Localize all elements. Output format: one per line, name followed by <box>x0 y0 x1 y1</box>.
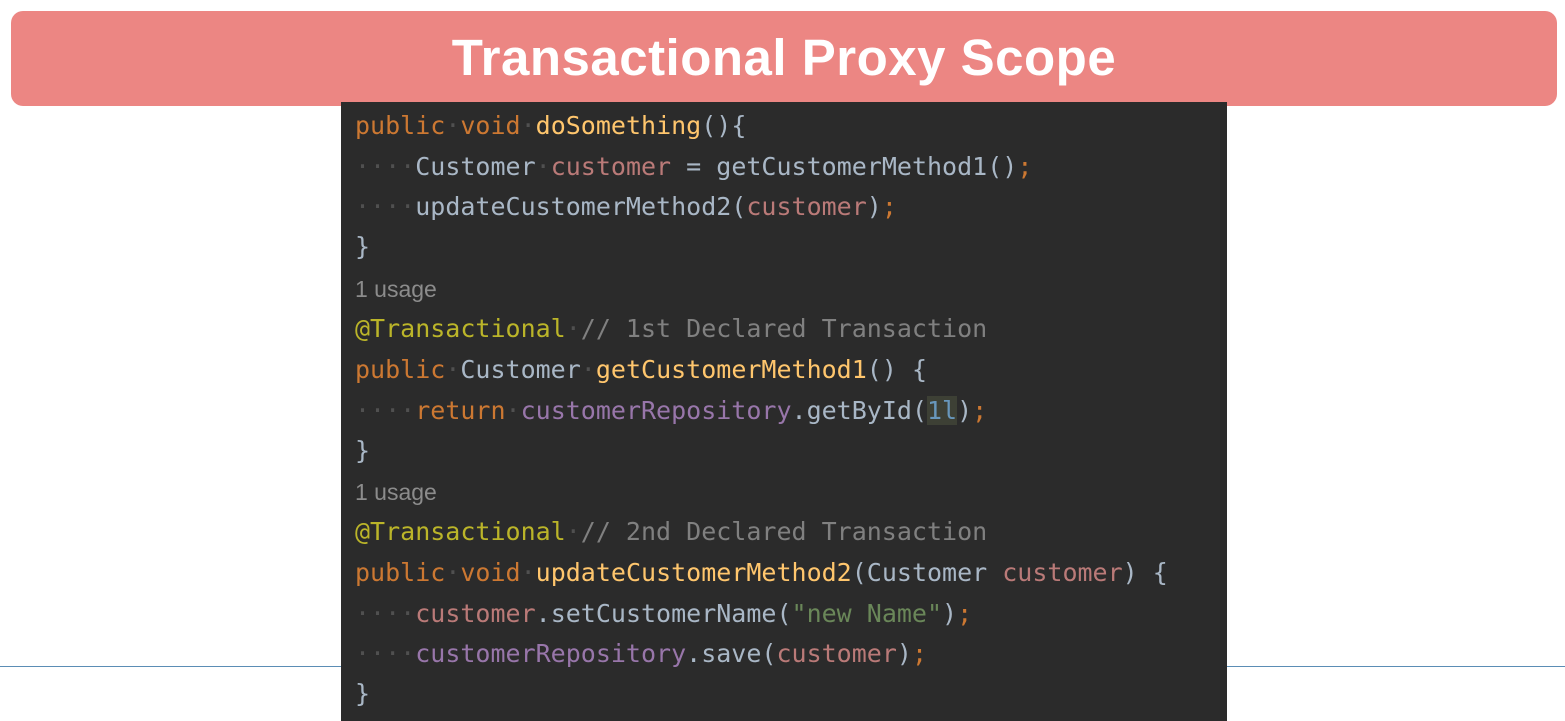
usage-hint[interactable]: 1 usage <box>355 472 437 512</box>
annotation: @Transactional <box>355 314 566 343</box>
page-title: Transactional Proxy Scope <box>451 29 1117 86</box>
keyword: public <box>355 558 446 587</box>
method-call: .setCustomerName( <box>535 599 792 628</box>
code-line-get-customer-call: ····Customer·customer = getCustomerMetho… <box>355 152 1033 181</box>
code-line-annotation-1: @Transactional·// 1st Declared Transacti… <box>355 314 988 343</box>
field: customerRepository <box>415 639 687 668</box>
keyword: void <box>460 558 521 587</box>
number-literal: 1l <box>927 396 958 425</box>
closing-brace: } <box>355 232 371 261</box>
parameter-type: (Customer <box>851 558 1003 587</box>
method-call: .getById( <box>791 396 927 425</box>
comment: // 1st Declared Transaction <box>580 314 988 343</box>
title-banner: Transactional Proxy Scope <box>11 11 1557 106</box>
semicolon: ; <box>957 599 973 628</box>
method-call: .save( <box>686 639 777 668</box>
code-line-close-brace: } <box>355 431 370 471</box>
code-line-save: ····customerRepository.save(customer); <box>355 639 928 668</box>
semicolon: ; <box>881 192 897 221</box>
code-line-close-brace: } <box>355 227 370 267</box>
code-line-annotation-2: @Transactional·// 2nd Declared Transacti… <box>355 517 988 546</box>
code-line-get-customer-decl: public·Customer·getCustomerMethod1() { <box>355 355 928 384</box>
semicolon: ; <box>1017 152 1033 181</box>
type-name: Customer <box>460 355 581 384</box>
semicolon: ; <box>911 639 928 668</box>
punctuation: ) <box>866 192 882 221</box>
closing-brace: } <box>355 436 371 465</box>
punctuation: ) <box>942 599 958 628</box>
method-name: getCustomerMethod1 <box>595 355 867 384</box>
annotation: @Transactional <box>355 517 566 546</box>
usage-hint[interactable]: 1 usage <box>355 269 437 309</box>
keyword: return <box>415 396 506 425</box>
parameter-name: customer <box>776 639 897 668</box>
parameter-name: customer <box>1002 558 1123 587</box>
parameter-name: customer <box>415 599 536 628</box>
local-variable: customer <box>746 192 867 221</box>
keyword: public <box>355 355 446 384</box>
method-call: updateCustomerMethod2( <box>415 192 747 221</box>
expression: = getCustomerMethod1() <box>671 152 1018 181</box>
method-name: updateCustomerMethod2 <box>535 558 852 587</box>
code-line-set-name: ····customer.setCustomerName("new Name")… <box>355 599 973 628</box>
semicolon: ; <box>972 396 988 425</box>
type-name: Customer <box>415 152 536 181</box>
keyword: public <box>355 111 446 140</box>
punctuation: () { <box>866 355 928 384</box>
punctuation: ) <box>957 396 973 425</box>
code-line-do-something: public·void·doSomething(){ <box>355 111 747 140</box>
punctuation: ) { <box>1122 558 1168 587</box>
punctuation: (){ <box>701 111 747 140</box>
closing-brace: } <box>355 679 371 708</box>
comment: // 2nd Declared Transaction <box>580 517 988 546</box>
code-editor-panel: public·void·doSomething(){ ····Customer·… <box>341 102 1227 721</box>
keyword: void <box>460 111 521 140</box>
string-literal: "new Name" <box>791 599 943 628</box>
code-line-close-brace: } <box>355 674 370 714</box>
punctuation: ) <box>896 639 912 668</box>
code-line-return: ····return·customerRepository.getById(1l… <box>355 396 988 425</box>
field: customerRepository <box>520 396 792 425</box>
local-variable: customer <box>550 152 672 181</box>
code-line-update-call: ····updateCustomerMethod2(customer); <box>355 192 897 221</box>
code-line-update-decl: public·void·updateCustomerMethod2(Custom… <box>355 558 1168 587</box>
method-name: doSomething <box>535 111 702 140</box>
